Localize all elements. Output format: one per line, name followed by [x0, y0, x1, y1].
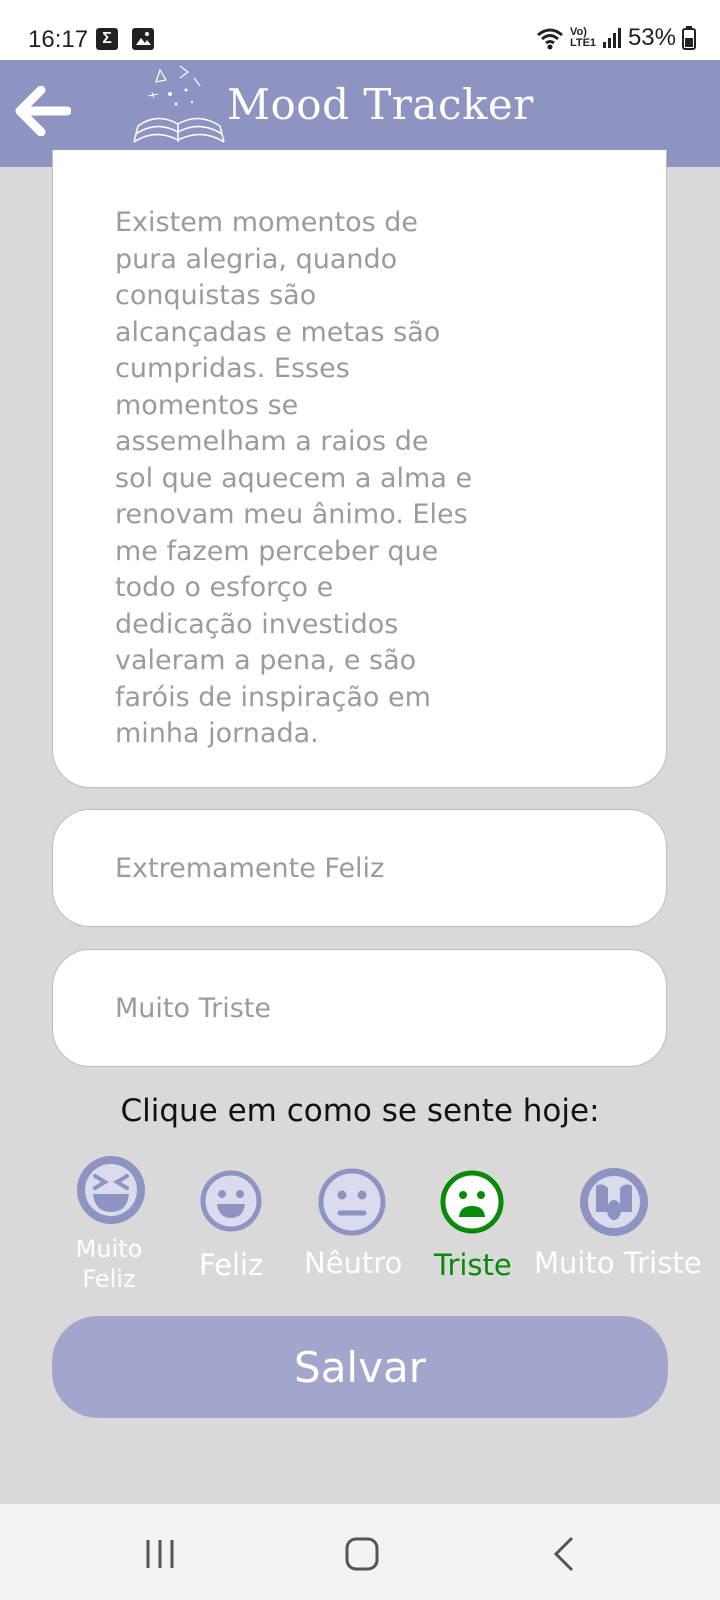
battery-icon: [682, 26, 696, 50]
mood-label-feliz: Feliz: [199, 1248, 264, 1282]
mood-title-value: Extremamente Feliz: [115, 852, 385, 884]
mood-label-neutro: Nêutro: [304, 1246, 403, 1280]
sigma-icon: Σ: [96, 28, 118, 50]
image-icon: [132, 28, 154, 50]
neutral-face-icon: [318, 1168, 386, 1236]
mood-category-field[interactable]: Muito Triste: [52, 949, 667, 1067]
mood-prompt: Clique em como se sente hoje:: [120, 1093, 600, 1129]
save-button[interactable]: Salvar: [52, 1316, 668, 1418]
home-icon[interactable]: [342, 1534, 382, 1574]
mood-label-muito-triste: Muito Triste: [534, 1246, 702, 1280]
description-textarea[interactable]: Existem momentos de pura alegria, quando…: [52, 150, 667, 788]
laughing-face-icon: [77, 1156, 145, 1224]
back-chevron-icon[interactable]: [546, 1534, 586, 1574]
mood-option-neutro[interactable]: Nêutro: [304, 1168, 404, 1288]
wifi-icon: [536, 28, 563, 50]
description-text: Existem momentos de pura alegria, quando…: [115, 207, 473, 749]
battery-percent: 53%: [627, 24, 676, 51]
mood-label-triste: Triste: [434, 1248, 512, 1282]
smiling-face-icon: [200, 1170, 262, 1232]
mood-option-triste[interactable]: Triste: [432, 1170, 514, 1290]
navigation-bar: [0, 1504, 720, 1600]
recents-icon[interactable]: [140, 1534, 180, 1574]
back-button[interactable]: [12, 80, 74, 142]
volte-label: Vo) LTE1: [569, 26, 597, 49]
book-logo-icon: [133, 65, 225, 143]
mood-option-feliz[interactable]: Feliz: [192, 1170, 272, 1290]
mood-option-muito-feliz[interactable]: Muito Feliz: [72, 1156, 152, 1296]
status-bar: 16:17 Σ Vo) LTE1 53%: [0, 0, 720, 60]
sad-face-icon: [440, 1170, 504, 1234]
status-right: Vo) LTE1 53%: [536, 24, 696, 52]
status-time: 16:17: [28, 26, 89, 53]
mood-label-muito-feliz: Muito Feliz: [75, 1235, 143, 1293]
mood-title-field[interactable]: Extremamente Feliz: [52, 809, 667, 927]
mood-category-value: Muito Triste: [115, 992, 271, 1024]
crying-face-icon: [580, 1168, 648, 1236]
mood-option-muito-triste[interactable]: Muito Triste: [530, 1168, 710, 1288]
app-title: Mood Tracker: [227, 80, 534, 129]
signal-icon: [602, 28, 621, 48]
arrow-left-icon: [15, 86, 71, 136]
